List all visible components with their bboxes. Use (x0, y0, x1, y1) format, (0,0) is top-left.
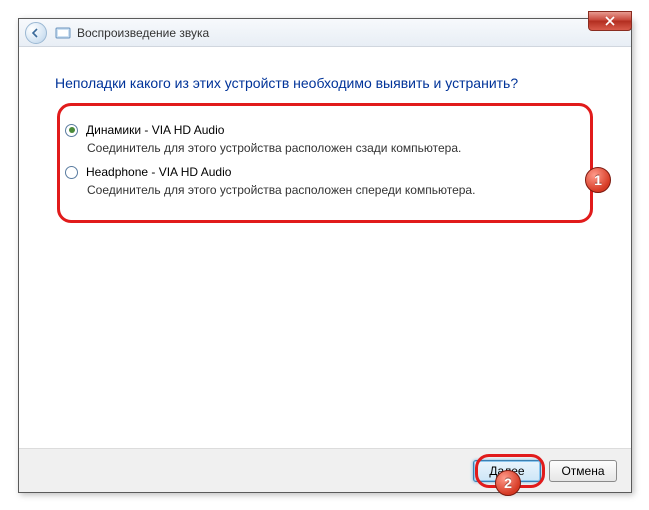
titlebar: Воспроизведение звука (19, 19, 631, 47)
close-icon (605, 16, 615, 26)
radio-icon (65, 166, 78, 179)
radio-icon (65, 124, 78, 137)
troubleshooter-window: Воспроизведение звука Неполадки какого и… (18, 18, 632, 493)
window-title: Воспроизведение звука (77, 26, 209, 40)
option-label: Headphone - VIA HD Audio (86, 165, 231, 179)
option-description: Соединитель для этого устройства располо… (87, 141, 585, 155)
option-description: Соединитель для этого устройства располо… (87, 183, 585, 197)
option-speakers[interactable]: Динамики - VIA HD Audio (65, 123, 585, 137)
option-headphone[interactable]: Headphone - VIA HD Audio (65, 165, 585, 179)
close-button[interactable] (588, 11, 632, 31)
cancel-button[interactable]: Отмена (549, 460, 617, 482)
back-button[interactable] (25, 22, 47, 44)
page-heading: Неполадки какого из этих устройств необх… (55, 75, 595, 91)
footer: Далее Отмена (19, 448, 631, 492)
app-icon (55, 25, 71, 41)
option-label: Динамики - VIA HD Audio (86, 123, 224, 137)
next-button[interactable]: Далее (473, 460, 541, 482)
content-area: Неполадки какого из этих устройств необх… (19, 47, 631, 448)
device-options: Динамики - VIA HD Audio Соединитель для … (55, 111, 595, 217)
back-arrow-icon (31, 28, 41, 38)
